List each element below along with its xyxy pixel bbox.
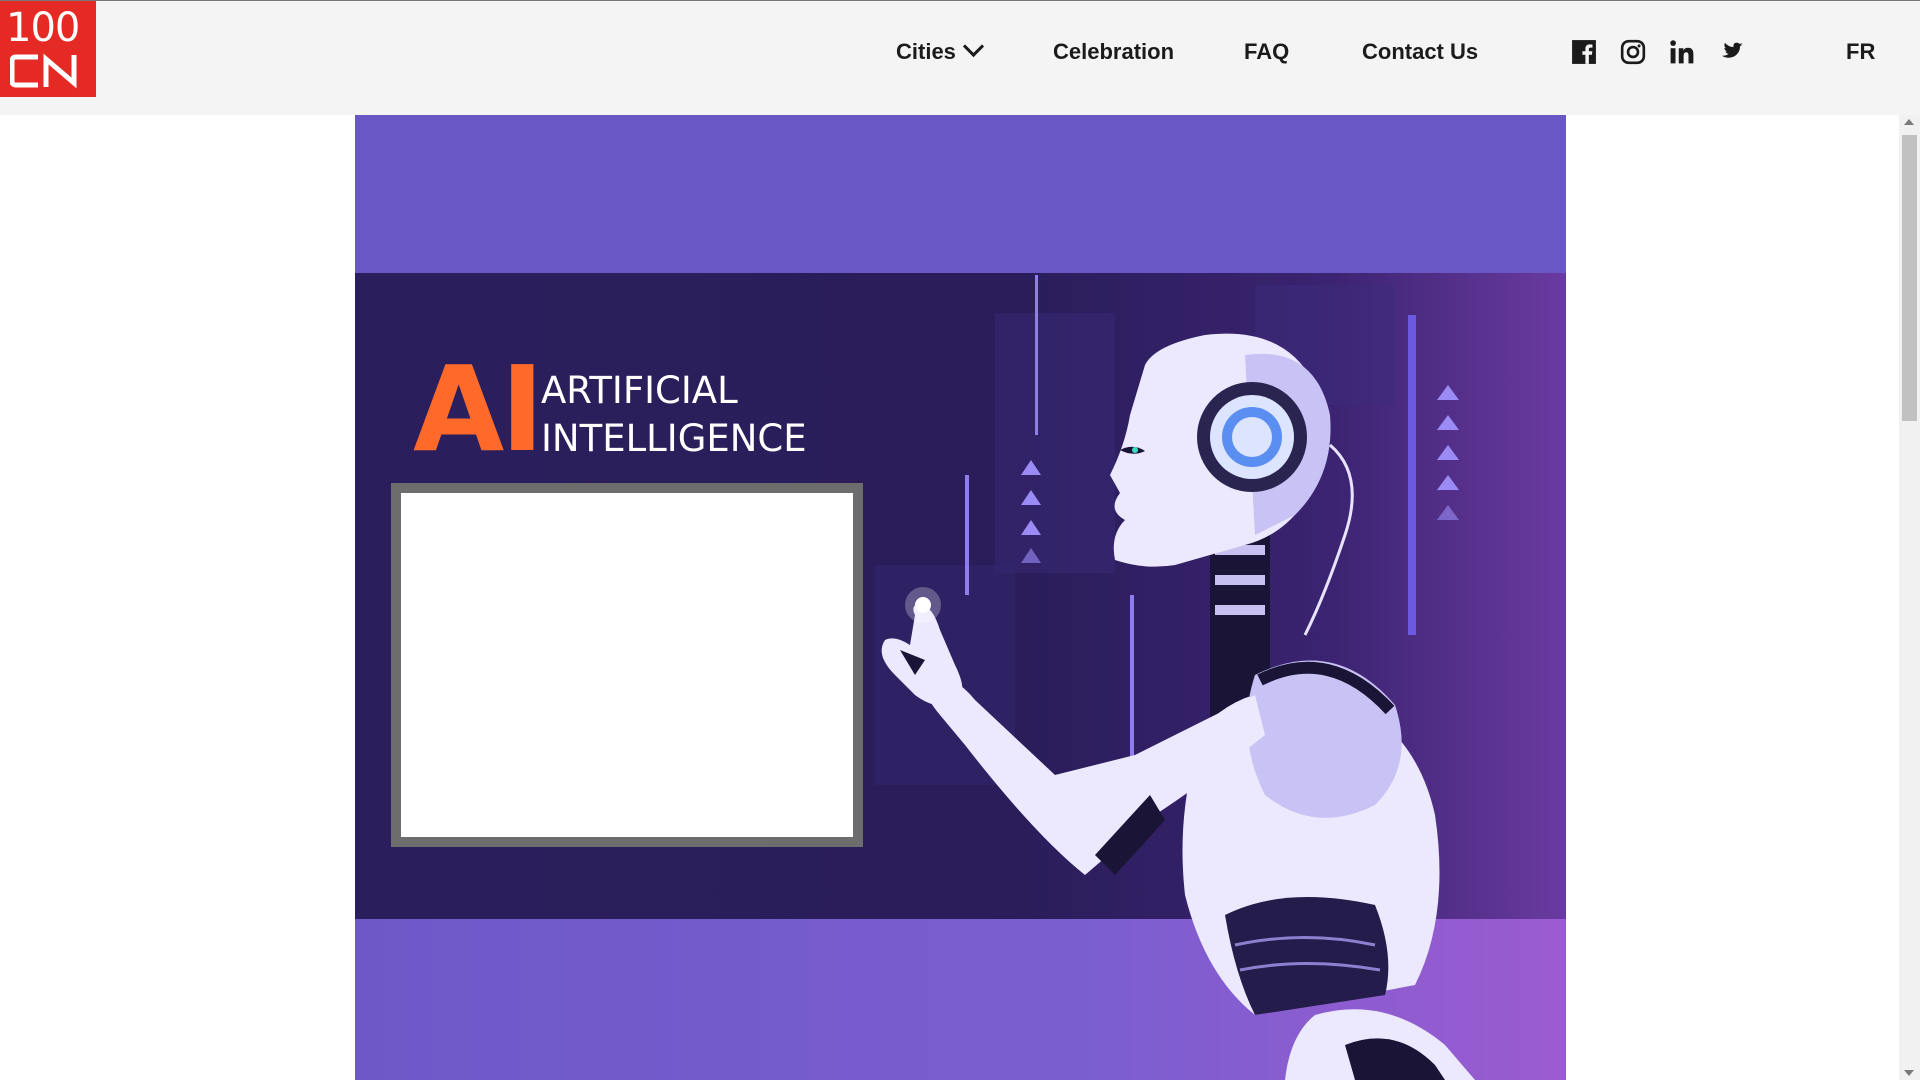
hero-ai-heading: AI xyxy=(413,340,544,478)
site-header: 100 Cities Celebration FAQ Contact Us FR xyxy=(0,1,1920,115)
scroll-down-arrow-icon[interactable] xyxy=(1904,1070,1914,1076)
hero-blank-screen xyxy=(391,483,863,847)
hero-ai-subtitle: ARTIFICIAL INTELLIGENCE xyxy=(541,367,807,463)
twitter-icon[interactable] xyxy=(1718,39,1744,65)
logo-cn-mark xyxy=(10,53,77,89)
facebook-icon[interactable] xyxy=(1571,39,1597,65)
scrollbar-thumb[interactable] xyxy=(1902,135,1917,421)
hero-line1: ARTIFICIAL xyxy=(541,369,738,412)
page-scrollbar[interactable] xyxy=(1899,115,1920,1080)
site-logo[interactable]: 100 xyxy=(0,1,96,97)
hero-image: AI ARTIFICIAL INTELLIGENCE xyxy=(355,115,1566,1080)
language-switch-fr[interactable]: FR xyxy=(1846,39,1875,65)
nav-cities-dropdown[interactable]: Cities xyxy=(896,35,985,65)
hero-line2: INTELLIGENCE xyxy=(541,417,807,460)
logo-number: 100 xyxy=(6,5,80,51)
chevron-down-icon xyxy=(962,35,985,58)
scroll-up-arrow-icon[interactable] xyxy=(1904,119,1914,125)
linkedin-icon[interactable] xyxy=(1669,39,1695,65)
instagram-icon[interactable] xyxy=(1620,39,1646,65)
nav-celebration[interactable]: Celebration xyxy=(1053,39,1174,65)
nav-contact-us[interactable]: Contact Us xyxy=(1362,39,1478,65)
nav-cities-label: Cities xyxy=(896,39,956,64)
nav-faq[interactable]: FAQ xyxy=(1244,39,1289,65)
